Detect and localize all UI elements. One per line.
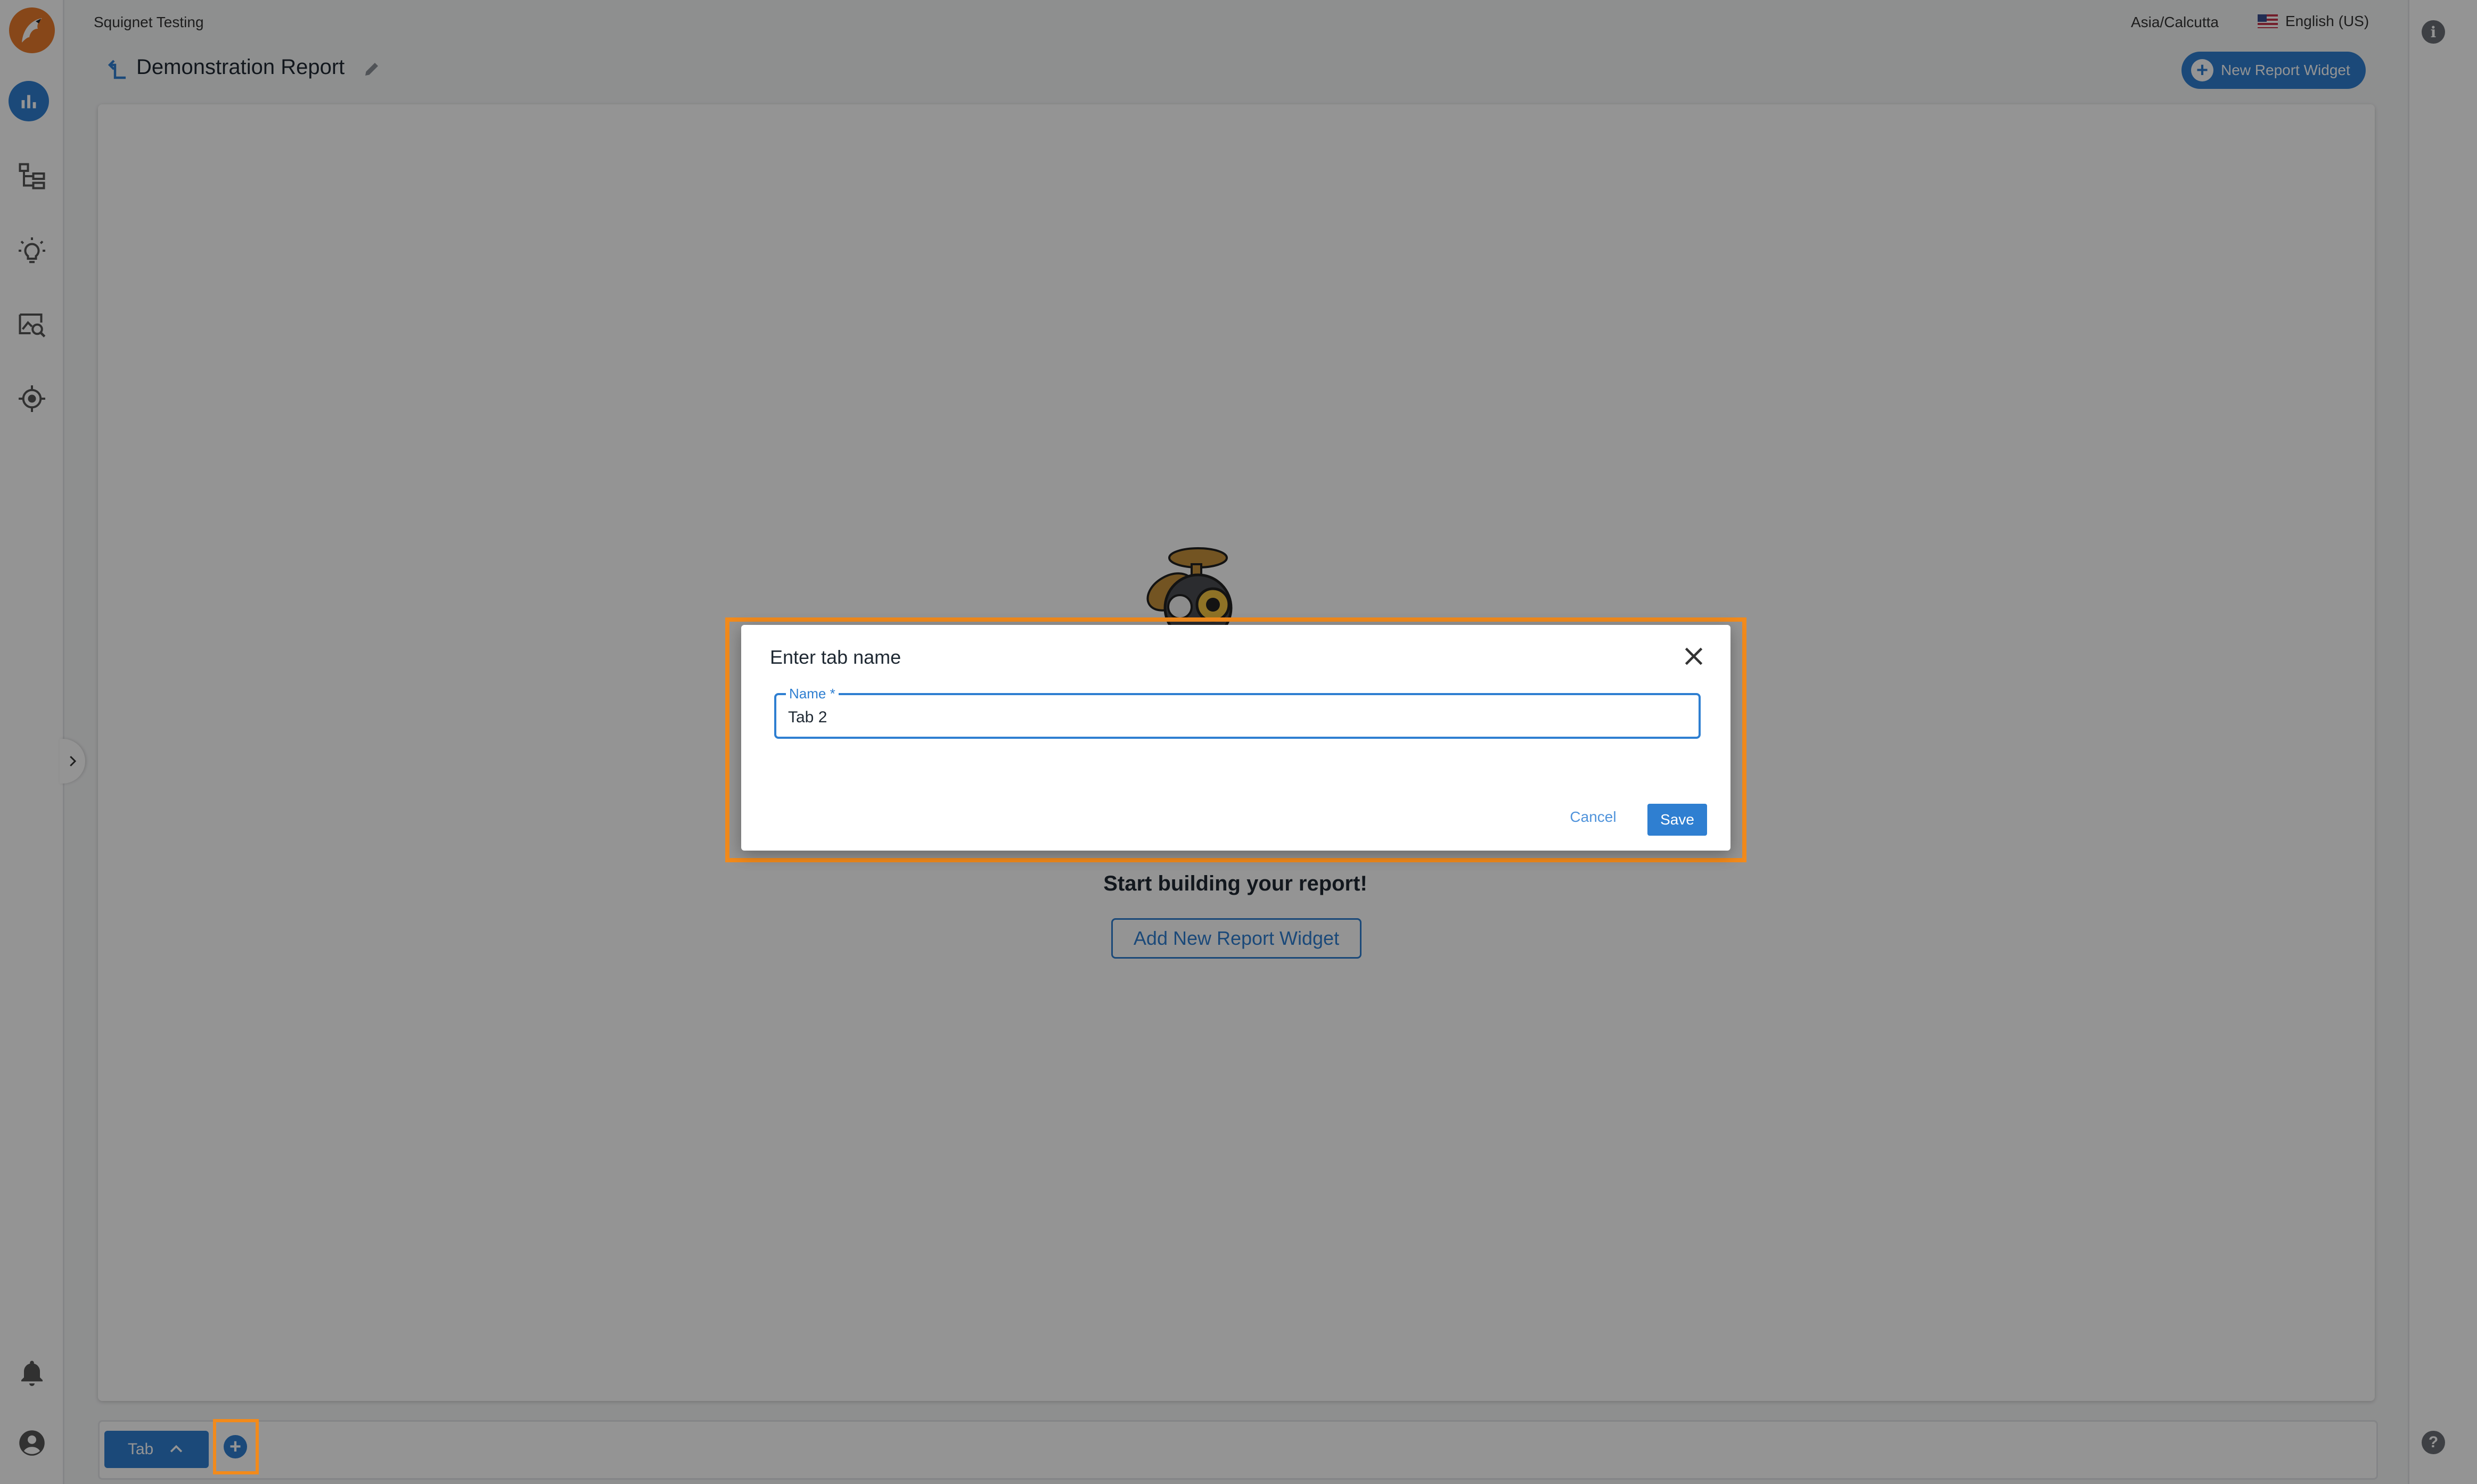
close-icon[interactable] [1680,643,1707,670]
dialog-title: Enter tab name [770,646,901,668]
tab-name-dialog: Enter tab name Name * Cancel Save [741,625,1730,851]
save-button[interactable]: Save [1647,804,1707,836]
tab-name-field[interactable]: Name * [774,686,1701,739]
tab-name-label: Name * [786,686,839,702]
cancel-button[interactable]: Cancel [1566,804,1620,830]
tab-name-input[interactable] [788,707,1688,728]
app-root: Squignet Testing Asia/Calcutta English (… [0,0,2477,1484]
add-tab-highlight [213,1419,259,1474]
